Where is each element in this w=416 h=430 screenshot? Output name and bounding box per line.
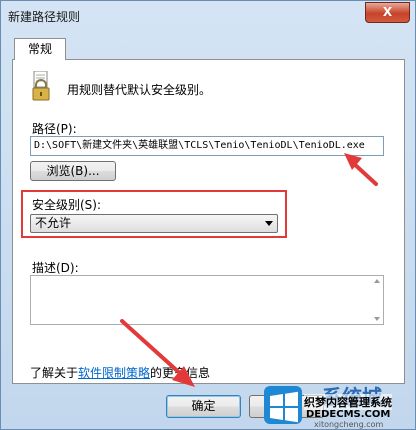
description-label: 描述(D): [32, 261, 79, 275]
browse-button[interactable]: 浏览(B)... [30, 161, 116, 181]
security-level-value: 不允许 [35, 216, 72, 230]
lock-icon [32, 71, 50, 101]
tab-general[interactable]: 常规 [14, 38, 66, 60]
learn-more-prefix: 了解关于 [30, 366, 79, 380]
scroll-up-icon[interactable] [374, 279, 380, 283]
security-level-label: 安全级别(S): [32, 198, 102, 212]
windows-logo-icon [264, 386, 302, 424]
security-level-select[interactable]: 不允许 [30, 214, 278, 233]
watermark: 系统城 织梦内容管理系统 DEDECMS.COM xitongcheng.com [262, 380, 414, 430]
path-input[interactable]: D:\SOFT\新建文件夹\英雄联盟\TCLS\Tenio\TenioDL\Te… [30, 136, 384, 156]
window-title: 新建路径规则 [8, 10, 81, 24]
rule-description: 用规则替代默认安全级别。 [67, 83, 212, 97]
watermark-site: DEDECMS.COM [306, 409, 391, 420]
description-input[interactable] [30, 275, 384, 325]
software-restriction-link[interactable]: 软件限制策略 [78, 366, 150, 380]
chevron-down-icon [265, 221, 273, 226]
ok-button[interactable]: 确定 [166, 395, 241, 418]
learn-more-suffix: 的更多信息 [150, 366, 211, 380]
tab-label: 常规 [27, 42, 52, 56]
path-label: 路径(P): [32, 122, 77, 136]
close-icon: X [382, 5, 393, 19]
watermark-url: xitongcheng.com [314, 420, 384, 429]
scroll-down-icon[interactable] [374, 317, 380, 321]
close-button[interactable]: X [365, 2, 410, 23]
rule-dialog: 新建路径规则 X 常规 用规则替代默认安全级别。 路径(P): D:\SOFT\… [0, 0, 416, 430]
learn-more-text: 了解关于软件限制策略的更多信息 [30, 364, 210, 381]
title-bar[interactable]: 新建路径规则 X [1, 1, 415, 31]
watermark-subtitle: 织梦内容管理系统 [304, 394, 392, 410]
